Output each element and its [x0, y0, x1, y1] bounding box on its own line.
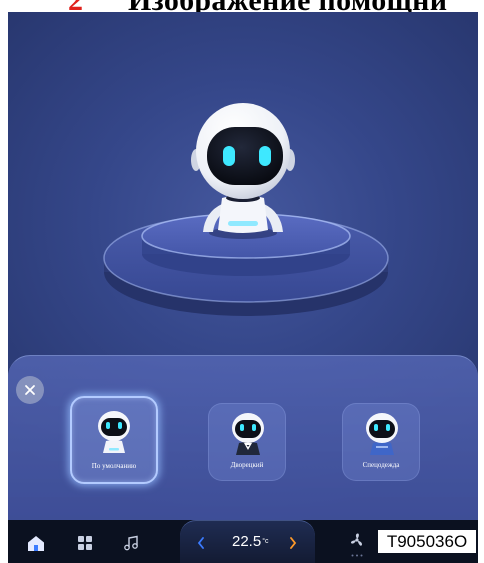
climate-control: 22.5°c — [180, 520, 315, 563]
home-icon[interactable] — [27, 534, 45, 552]
instruction-header: 2 Изображение помощни — [0, 0, 484, 12]
avatar-option-label: По умолчанию — [91, 462, 137, 470]
temperature-value: 22.5 — [232, 533, 262, 550]
temperature-unit: °c — [262, 538, 269, 545]
avatar-picker-panel: По умолчанию Дворецкий Спецодежда — [8, 355, 478, 520]
fan-level-dots — [351, 554, 363, 557]
robot-eye-left — [223, 146, 235, 166]
fan-icon[interactable] — [349, 532, 365, 548]
avatar-option-workwear[interactable]: Спецодежда — [342, 403, 420, 481]
step-number: 2 — [68, 0, 83, 12]
robot-eye-right — [259, 146, 271, 166]
avatar-option-label: Спецодежда — [362, 461, 400, 469]
avatar-option-default[interactable]: По умолчанию — [70, 396, 158, 484]
apps-grid-icon[interactable] — [78, 536, 92, 550]
avatar-option-butler[interactable]: Дворецкий — [208, 403, 286, 481]
music-icon[interactable] — [123, 535, 139, 551]
avatar-option-label: Дворецкий — [230, 461, 264, 469]
temperature-display: 22.5°c — [232, 534, 269, 550]
close-icon — [25, 385, 35, 395]
close-button[interactable] — [16, 376, 44, 404]
robot-workwear-icon — [366, 413, 398, 455]
overlay-id-label: T905036O — [378, 530, 476, 553]
chevron-right-icon[interactable] — [289, 537, 297, 549]
chevron-left-icon[interactable] — [197, 537, 205, 549]
robot-butler-icon — [232, 413, 264, 455]
robot-default-icon — [98, 411, 130, 453]
assistant-stage — [103, 103, 389, 316]
instruction-title: Изображение помощни — [128, 0, 447, 12]
